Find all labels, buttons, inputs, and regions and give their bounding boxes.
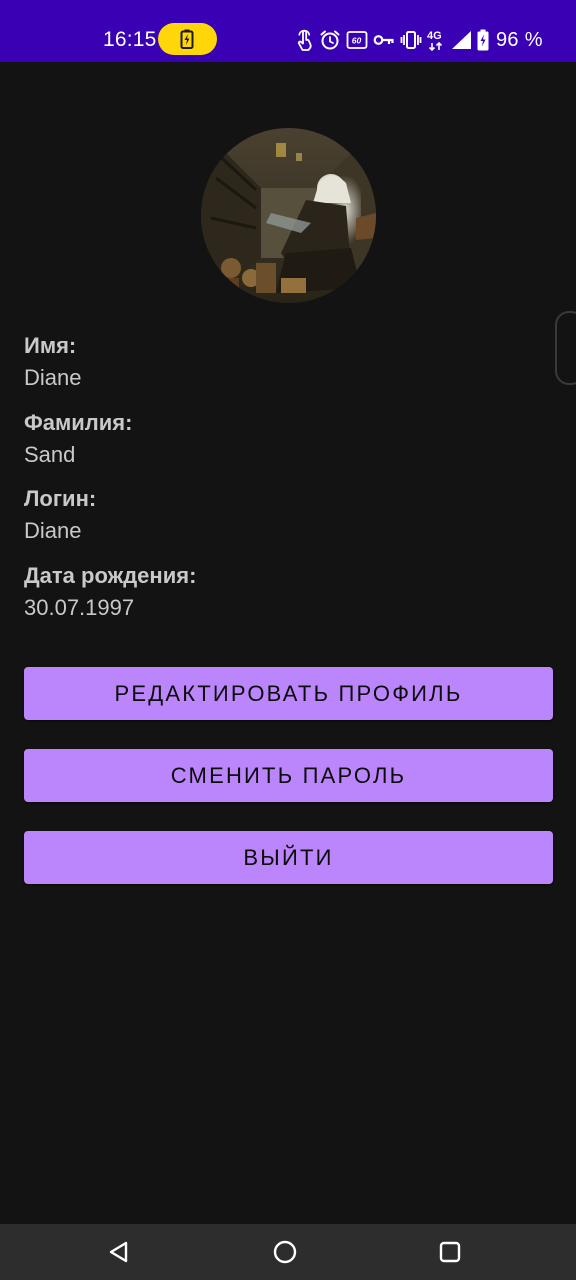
navigation-bar bbox=[0, 1224, 576, 1280]
profile-avatar[interactable] bbox=[201, 128, 376, 303]
signal-icon bbox=[450, 30, 472, 50]
login-label: Логин: bbox=[24, 486, 97, 511]
svg-text:4G: 4G bbox=[427, 30, 442, 42]
vpn-key-icon bbox=[373, 33, 395, 47]
recents-icon[interactable] bbox=[436, 1238, 464, 1266]
charging-indicator bbox=[158, 23, 217, 55]
status-bar: 16:15 60 4G 96 % bbox=[0, 0, 576, 62]
vibrate-icon bbox=[400, 30, 422, 50]
edit-profile-button[interactable]: РЕДАКТИРОВАТЬ ПРОФИЛЬ bbox=[24, 667, 553, 720]
edge-panel-handle[interactable] bbox=[555, 311, 576, 385]
birth-date-value: 30.07.1997 bbox=[24, 595, 135, 620]
hd-60-icon: 60 bbox=[346, 30, 368, 50]
profile-screen: 16:15 60 4G 96 % Имя: Diane Фамилия: San… bbox=[0, 0, 576, 1280]
battery-icon bbox=[477, 29, 489, 51]
last-name-value: Sand bbox=[24, 442, 76, 467]
network-4g-icon: 4G bbox=[427, 29, 445, 51]
status-icons: 60 4G 96 % bbox=[296, 28, 543, 52]
back-icon[interactable] bbox=[105, 1238, 133, 1266]
status-time: 16:15 bbox=[103, 28, 157, 51]
logout-button[interactable]: ВЫЙТИ bbox=[24, 831, 553, 884]
first-name-value: Diane bbox=[24, 365, 82, 390]
first-name-label: Имя: bbox=[24, 333, 77, 358]
last-name-label: Фамилия: bbox=[24, 410, 133, 435]
change-password-button[interactable]: СМЕНИТЬ ПАРОЛЬ bbox=[24, 749, 553, 802]
birth-date-label: Дата рождения: bbox=[24, 563, 197, 588]
home-icon[interactable] bbox=[271, 1238, 299, 1266]
login-value: Diane bbox=[24, 518, 82, 543]
touch-gesture-icon bbox=[296, 29, 314, 51]
battery-percent: 96 % bbox=[496, 29, 543, 51]
svg-text:60: 60 bbox=[352, 36, 362, 46]
alarm-icon bbox=[319, 29, 341, 51]
